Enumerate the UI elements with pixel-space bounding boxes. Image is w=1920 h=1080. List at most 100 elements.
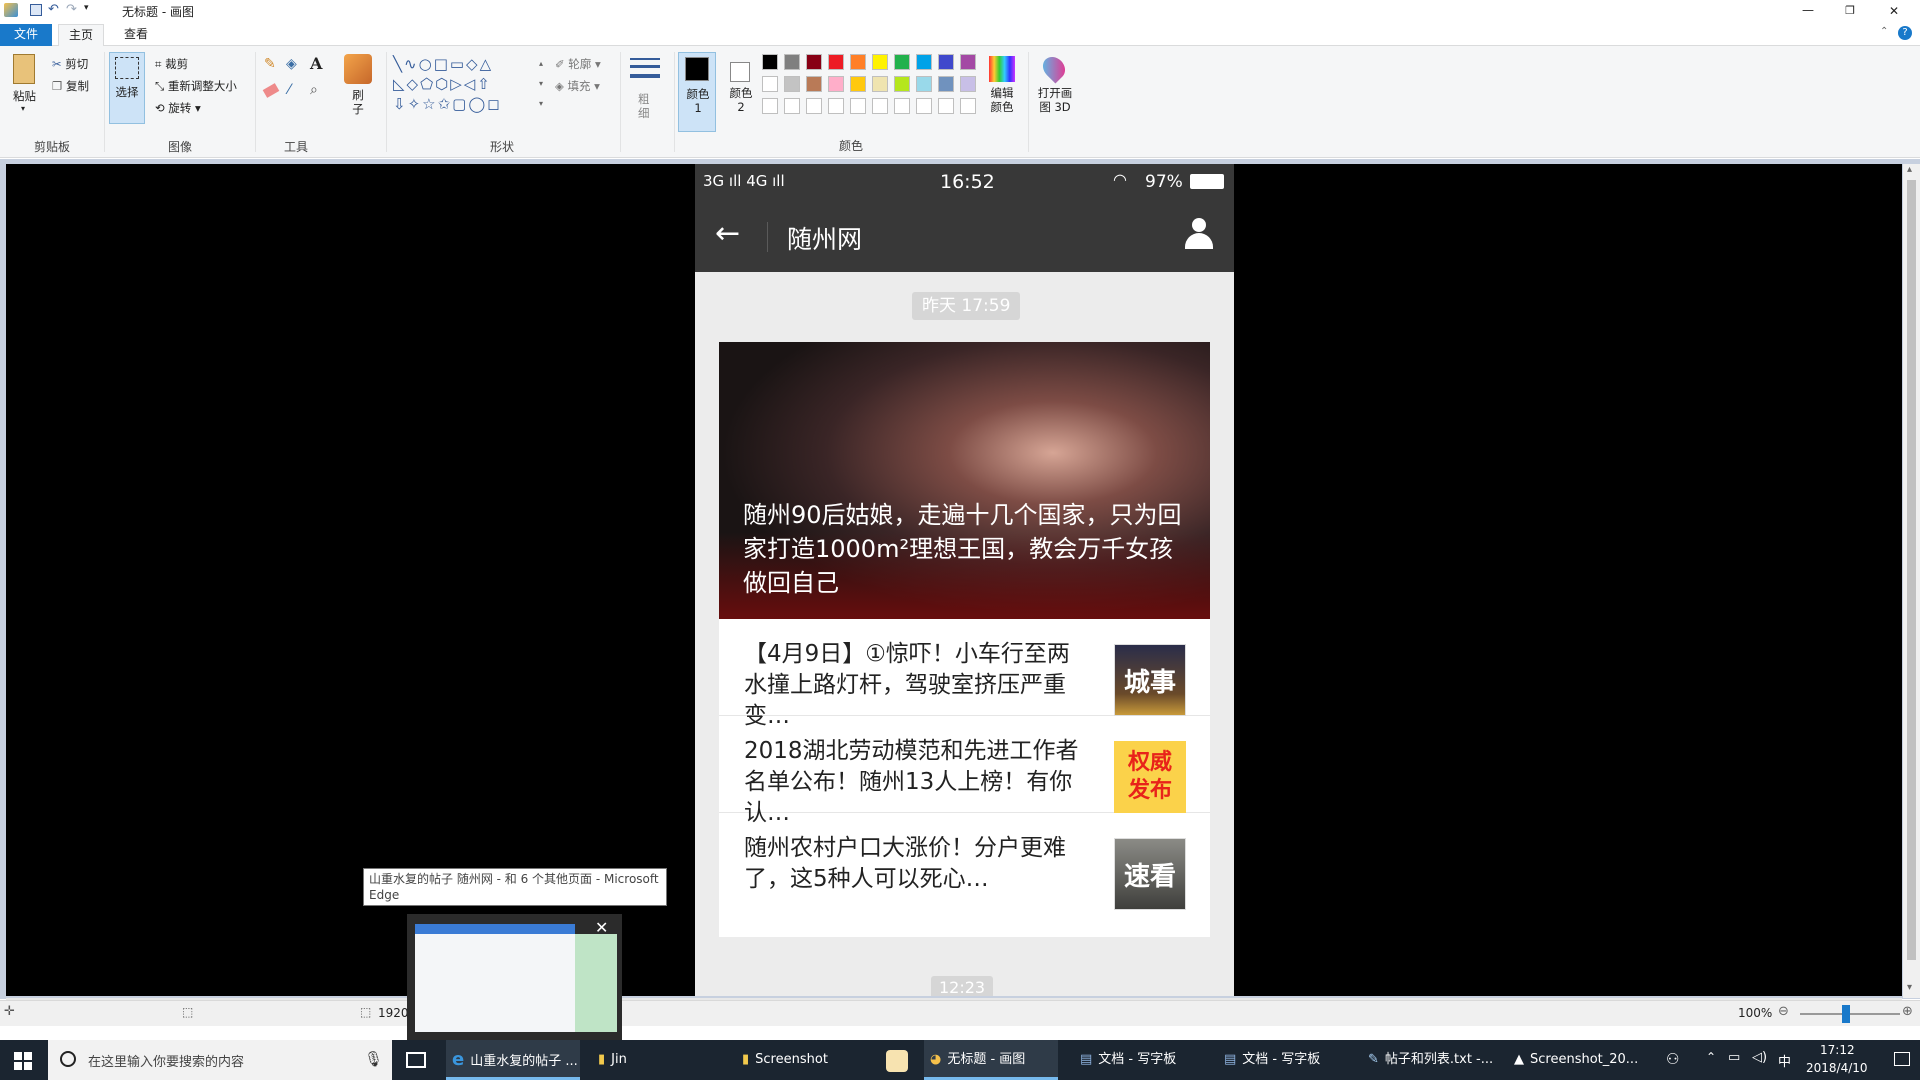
windows-start-icon[interactable] bbox=[14, 1052, 32, 1070]
paste-button[interactable]: 粘贴 ▾ bbox=[8, 54, 42, 118]
taskbar-search-box[interactable]: 在这里输入你要搜索的内容 🎙 bbox=[48, 1040, 392, 1080]
zoom-in-icon[interactable]: ⊕ bbox=[1902, 1004, 1913, 1019]
clock-time[interactable]: 17:12 bbox=[1820, 1043, 1855, 1057]
palette-swatch[interactable] bbox=[872, 98, 888, 114]
palette-swatch[interactable] bbox=[784, 98, 800, 114]
taskbar-item-wordpad-2[interactable]: ▤ 文档 - 写字板 bbox=[1218, 1040, 1348, 1080]
outline-button[interactable]: ✐ 轮廓 ▾ bbox=[555, 56, 601, 72]
palette-swatch[interactable] bbox=[916, 98, 932, 114]
taskbar-item-wordpad-1[interactable]: ▤ 文档 - 写字板 bbox=[1074, 1040, 1204, 1080]
taskbar-item-photos[interactable]: ▲ Screenshot_20... bbox=[1508, 1040, 1642, 1080]
save-icon[interactable] bbox=[30, 4, 42, 16]
palette-swatch[interactable] bbox=[784, 76, 800, 92]
palette-swatch[interactable] bbox=[762, 76, 778, 92]
palette-swatch[interactable] bbox=[850, 98, 866, 114]
tab-file[interactable]: 文件 bbox=[0, 24, 52, 46]
taskbar-item-paint[interactable]: ◕ 无标题 - 画图 bbox=[924, 1040, 1058, 1080]
palette-swatch[interactable] bbox=[916, 54, 932, 70]
taskbar-item-notepad[interactable]: ✎ 帖子和列表.txt -... bbox=[1362, 1040, 1496, 1080]
palette-swatch[interactable] bbox=[960, 98, 976, 114]
taskbar-thumbnail-preview[interactable]: ✕ bbox=[407, 914, 622, 1040]
palette-swatch[interactable] bbox=[850, 54, 866, 70]
palette-swatch[interactable] bbox=[960, 54, 976, 70]
taskbar-item-edge[interactable]: e 山重水复的帖子 ... bbox=[446, 1040, 580, 1080]
edit-colors-button[interactable]: 编辑颜色 bbox=[985, 52, 1021, 132]
scroll-down-icon[interactable]: ▾ bbox=[1907, 982, 1912, 993]
size-button[interactable]: 粗细 bbox=[624, 52, 668, 132]
volume-icon[interactable]: ◁) bbox=[1752, 1050, 1767, 1065]
resize-button[interactable]: ⤡ 重新调整大小 bbox=[155, 78, 237, 94]
palette-swatch[interactable] bbox=[762, 54, 778, 70]
people-icon[interactable]: ⚇ bbox=[1666, 1050, 1679, 1068]
palette-swatch[interactable] bbox=[850, 76, 866, 92]
rotate-button[interactable]: ⟲ 旋转 ▾ bbox=[155, 100, 201, 116]
microphone-icon[interactable]: 🎙 bbox=[364, 1050, 383, 1068]
shapes-scroll[interactable]: ▴ ▾ ▾ bbox=[539, 54, 549, 114]
close-preview-icon[interactable]: ✕ bbox=[595, 918, 608, 937]
maximize-button[interactable]: ❐ bbox=[1836, 0, 1864, 22]
color-picker-icon[interactable]: ⁄ bbox=[288, 82, 290, 98]
scroll-thumb[interactable] bbox=[1907, 180, 1916, 960]
magnifier-icon[interactable]: ⌕ bbox=[310, 82, 318, 98]
palette-swatch[interactable] bbox=[938, 76, 954, 92]
hero-article[interactable]: 随州90后姑娘，走遍十几个国家，只为回家打造1000m²理想王国，教会万千女孩做… bbox=[719, 342, 1210, 619]
zoom-slider-thumb[interactable] bbox=[1842, 1005, 1850, 1023]
palette-swatch[interactable] bbox=[828, 54, 844, 70]
clock-date[interactable]: 2018/4/10 bbox=[1806, 1061, 1868, 1075]
collapse-ribbon-icon[interactable]: ⌃ bbox=[1880, 26, 1888, 37]
taskbar-item-folder-screenshot[interactable]: ▮ Screenshot bbox=[736, 1040, 866, 1080]
vertical-scrollbar[interactable]: ▴ ▾ bbox=[1903, 164, 1920, 998]
copy-button[interactable]: ❐ 复制 bbox=[52, 78, 89, 94]
palette-swatch[interactable] bbox=[960, 76, 976, 92]
close-button[interactable]: ✕ bbox=[1880, 0, 1908, 22]
eraser-icon[interactable] bbox=[262, 83, 280, 98]
palette-swatch[interactable] bbox=[784, 54, 800, 70]
palette-swatch[interactable] bbox=[894, 54, 910, 70]
palette-swatch[interactable] bbox=[828, 98, 844, 114]
palette-swatch[interactable] bbox=[894, 76, 910, 92]
ime-indicator[interactable]: 中 bbox=[1778, 1051, 1791, 1070]
palette-swatch[interactable] bbox=[872, 54, 888, 70]
palette-swatch[interactable] bbox=[872, 76, 888, 92]
taskbar-item-folder-jin[interactable]: ▮ Jin bbox=[592, 1040, 722, 1080]
crop-button[interactable]: ⌗ 裁剪 bbox=[155, 56, 188, 72]
text-icon[interactable]: A bbox=[310, 54, 322, 73]
tab-view[interactable]: 查看 bbox=[114, 24, 158, 46]
palette-swatch[interactable] bbox=[806, 98, 822, 114]
minimize-button[interactable]: — bbox=[1794, 0, 1822, 22]
show-hidden-icons[interactable]: ⌃ bbox=[1706, 1050, 1716, 1064]
action-center-icon[interactable] bbox=[1894, 1052, 1910, 1066]
palette-swatch[interactable] bbox=[806, 76, 822, 92]
pencil-icon[interactable]: ✎ bbox=[264, 56, 276, 72]
shapes-gallery[interactable]: ╲∿○□▭◇△ ◺◇⬠⬡▷◁⇧ ⇩✧☆✩▢◯◻ bbox=[393, 54, 543, 114]
palette-swatch[interactable] bbox=[806, 54, 822, 70]
zoom-out-icon[interactable]: ⊖ bbox=[1778, 1004, 1789, 1019]
back-arrow-icon[interactable]: ← bbox=[715, 216, 740, 251]
scroll-up-icon[interactable]: ▴ bbox=[1907, 164, 1912, 175]
select-button[interactable]: 选择 bbox=[109, 52, 145, 124]
news-item[interactable]: 【4月9日】①惊吓！小车行至两水撞上路灯杆，驾驶室挤压严重变… 城事 bbox=[719, 619, 1210, 729]
fill-icon[interactable]: ◈ bbox=[286, 56, 297, 72]
color1-button[interactable]: 颜色 1 bbox=[678, 52, 716, 132]
color2-button[interactable]: 颜色 2 bbox=[722, 52, 760, 132]
redo-icon[interactable]: ↷ bbox=[66, 2, 77, 17]
palette-swatch[interactable] bbox=[938, 54, 954, 70]
fill-button[interactable]: ◈ 填充 ▾ bbox=[555, 78, 600, 94]
help-icon[interactable]: ? bbox=[1898, 26, 1912, 40]
zoom-slider-track[interactable] bbox=[1800, 1013, 1900, 1015]
tab-home[interactable]: 主页 bbox=[58, 24, 105, 46]
palette-swatch[interactable] bbox=[762, 98, 778, 114]
profile-icon[interactable] bbox=[1185, 218, 1213, 252]
pinned-app-icon[interactable] bbox=[886, 1050, 908, 1072]
quick-access-dropdown-icon[interactable]: ▾ bbox=[84, 3, 89, 13]
cut-button[interactable]: ✂ 剪切 bbox=[52, 56, 88, 72]
brush-button[interactable]: 刷子 bbox=[340, 52, 376, 124]
palette-swatch[interactable] bbox=[894, 98, 910, 114]
task-view-icon[interactable] bbox=[406, 1052, 426, 1068]
palette-swatch[interactable] bbox=[828, 76, 844, 92]
news-item[interactable]: 随州农村户口大涨价！分户更难了，这5种人可以死心… 速看 bbox=[719, 813, 1210, 910]
network-icon[interactable]: ▭ bbox=[1728, 1050, 1740, 1065]
palette-swatch[interactable] bbox=[938, 98, 954, 114]
palette-swatch[interactable] bbox=[916, 76, 932, 92]
undo-icon[interactable]: ↶ bbox=[48, 2, 59, 17]
